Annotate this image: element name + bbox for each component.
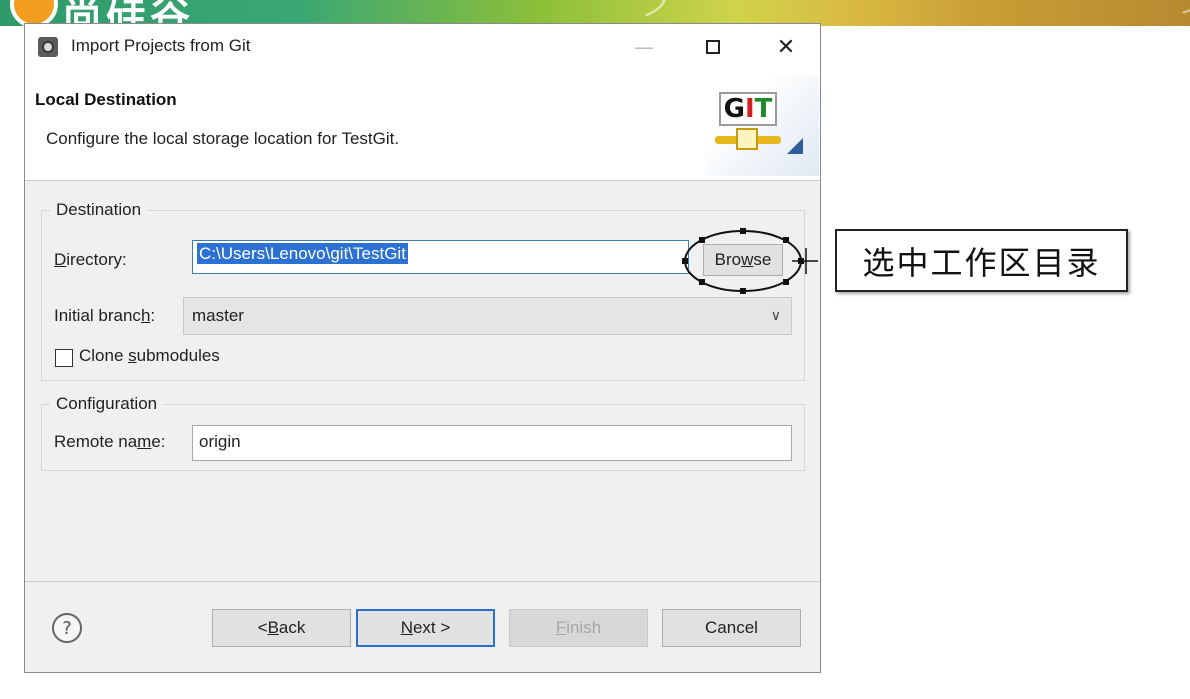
selection-handles (682, 228, 804, 294)
annotation-callout: 选中工作区目录 (835, 229, 1128, 292)
annotation-overlay (682, 228, 818, 294)
